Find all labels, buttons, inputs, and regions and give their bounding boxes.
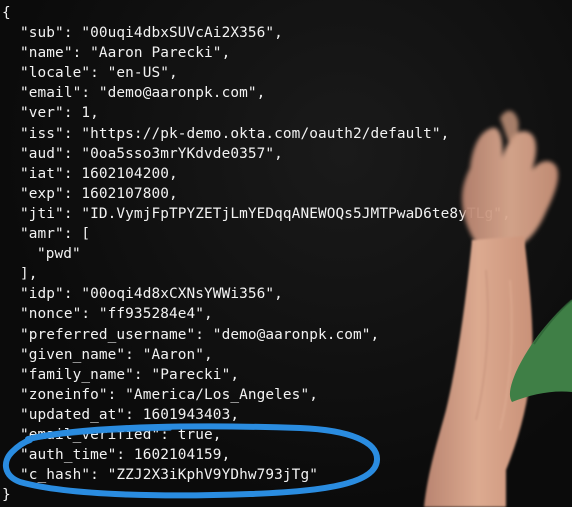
json-line: "sub": "00uqi4dbxSUVcAi2X356", <box>20 25 283 42</box>
json-line: "iss": "https://pk-demo.okta.com/oauth2/… <box>20 125 450 142</box>
json-line: } <box>2 487 11 504</box>
json-line: "exp": 1602107800, <box>20 185 178 202</box>
json-line: "aud": "0oa5sso3mrYKdvde0357", <box>20 145 283 162</box>
json-line: "name": "Aaron Parecki", <box>20 45 231 62</box>
json-line: "updated_at": 1601943403, <box>20 406 240 423</box>
json-line: "nonce": "ff935284e4", <box>20 306 213 323</box>
json-line-c-hash: "c_hash": "ZZJ2X3iKphV9YDhw793jTg" <box>20 467 318 484</box>
video-frame: { "sub": "00uqi4dbxSUVcAi2X356", "name": "… <box>0 0 572 507</box>
json-line: "pwd" <box>37 246 81 263</box>
json-line: "ver": 1, <box>20 105 99 122</box>
json-line: "locale": "en-US", <box>20 65 178 82</box>
json-line: "jti": "ID.VymjFpTPYZETjLmYEDqqANEWOQs5J… <box>20 205 511 222</box>
json-line: "zoneinfo": "America/Los_Angeles", <box>20 386 318 403</box>
json-line: "idp": "00oqi4d8xCXNsYWWi356", <box>20 286 283 303</box>
json-line: "family_name": "Parecki", <box>20 366 240 383</box>
json-line: { <box>2 5 11 21</box>
json-line: "email": "demo@aaronpk.com", <box>20 85 266 102</box>
json-line: "preferred_username": "demo@aaronpk.com"… <box>20 326 380 343</box>
json-line: ], <box>20 266 38 283</box>
shirt-sleeve-image <box>509 299 572 402</box>
json-line: "auth_time": 1602104159, <box>20 447 231 464</box>
json-line: "iat": 1602104200, <box>20 165 178 182</box>
json-line: "given_name": "Aaron", <box>20 346 213 363</box>
json-line: "email_verified": true, <box>20 426 222 443</box>
id-token-json: { "sub": "00uqi4dbxSUVcAi2X356", "name": "… <box>2 3 511 505</box>
json-line: "amr": [ <box>20 226 91 243</box>
